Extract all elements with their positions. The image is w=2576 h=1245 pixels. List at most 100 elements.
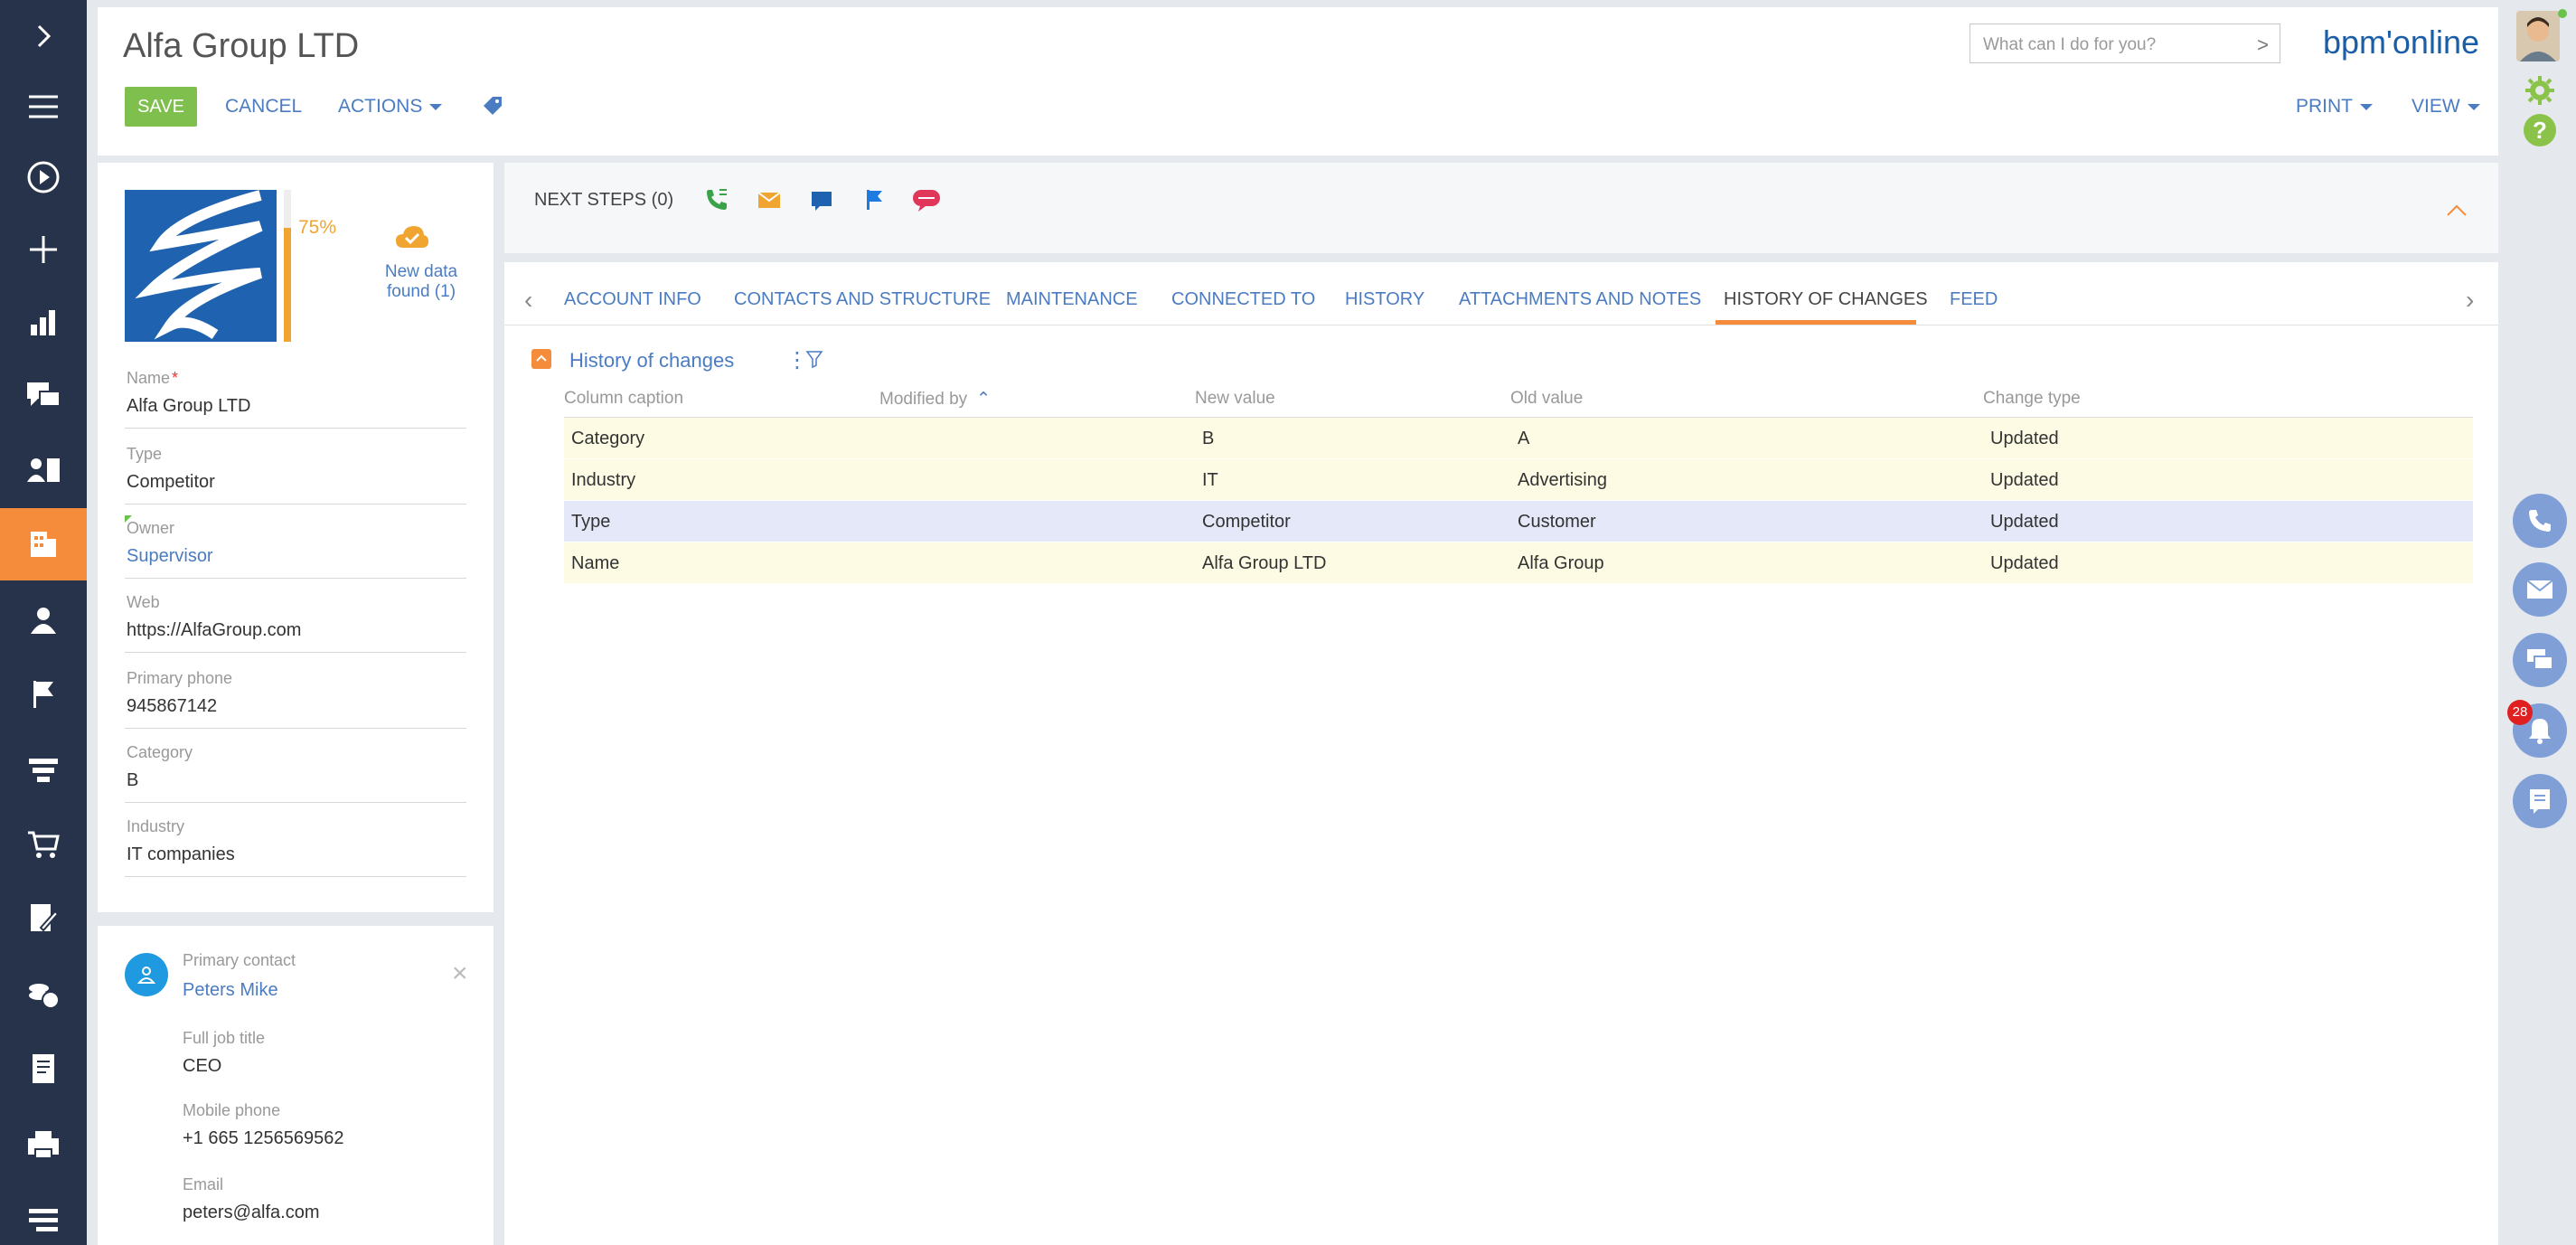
table-row[interactable]: Category B A Updated [564,418,2473,459]
expand-icon[interactable] [0,0,87,72]
tab-connected-to[interactable]: CONNECTED TO [1171,289,1315,310]
name-field[interactable]: Name * Alfa Group LTD [125,360,466,429]
chevron-left-icon[interactable]: ‹ [524,286,532,315]
printer-icon[interactable] [0,1108,87,1181]
tab-contacts-and-structure[interactable]: CONTACTS AND STRUCTURE [734,289,991,310]
column-header-modified-by[interactable]: Modified by ⌃ [879,389,991,410]
account-logo[interactable] [125,190,277,342]
funnel-icon[interactable] [0,734,87,806]
tag-icon[interactable] [481,94,504,118]
page-header: Alfa Group LTD SAVE CANCEL ACTIONS PRINT… [98,7,2498,156]
primary-phone-field[interactable]: Primary phone 945867142 [125,660,466,729]
cart-icon[interactable] [0,808,87,881]
brand-logo: bpm'online [2323,24,2479,61]
person-icon [136,967,156,984]
task-flag-icon[interactable] [860,186,891,217]
cell-old-value: Advertising [1518,470,1607,490]
web-value[interactable]: https://AlfaGroup.com [127,620,301,641]
cell-change-type: Updated [1990,553,2059,573]
help-icon[interactable]: ? [2524,114,2556,146]
cell-new-value: IT [1202,470,1218,490]
add-icon[interactable] [0,213,87,286]
category-value[interactable]: B [127,770,138,791]
collapse-detail-icon[interactable] [531,349,551,369]
tab-history-of-changes[interactable]: HISTORY OF CHANGES [1724,289,1928,310]
email-icon[interactable] [756,186,786,217]
cancel-button[interactable]: CANCEL [225,92,302,121]
stack-icon[interactable] [0,1184,87,1245]
owner-value[interactable]: Supervisor [127,546,213,567]
view-button[interactable]: VIEW [2411,92,2480,121]
save-button[interactable]: SAVE [125,87,197,127]
industry-value[interactable]: IT companies [127,844,235,865]
category-field[interactable]: Category B [125,734,466,803]
comment-icon[interactable] [808,186,839,217]
cell-caption: Category [571,429,645,448]
primary-phone-value[interactable]: 945867142 [127,696,217,717]
industry-field[interactable]: Industry IT companies [125,808,466,877]
next-steps-label[interactable]: NEXT STEPS (0) [534,190,673,211]
table-row[interactable]: Industry IT Advertising Updated [564,459,2473,501]
email-value[interactable]: peters@alfa.com [183,1203,319,1223]
accounts-icon[interactable] [0,508,87,580]
required-marker: * [172,369,179,387]
tab-account-info[interactable]: ACCOUNT INFO [564,289,701,310]
sms-icon[interactable] [911,186,942,217]
chat-button[interactable] [2513,633,2567,687]
edit-doc-icon[interactable] [0,882,87,955]
industry-label: Industry [127,817,185,835]
primary-contact-card: Primary contact Peters Mike × Full job t… [98,926,494,1245]
flag-icon[interactable] [0,658,87,731]
table-row-selected[interactable]: Type Competitor Customer Updated [564,501,2473,542]
type-field[interactable]: Type Competitor [125,436,466,505]
main-panel: ‹ ACCOUNT INFO CONTACTS AND STRUCTURE MA… [504,262,2498,1245]
type-value[interactable]: Competitor [127,472,215,493]
person-icon[interactable] [0,584,87,656]
table-row[interactable]: Name Alfa Group LTD Alfa Group Updated [564,542,2473,584]
column-header-caption[interactable]: Column caption [564,389,683,409]
chevron-right-icon[interactable]: > [2257,33,2269,57]
tab-history[interactable]: HISTORY [1345,289,1424,310]
owner-field[interactable]: Owner Supervisor [125,510,466,579]
feed-button[interactable] [2513,774,2567,828]
actions-button[interactable]: ACTIONS [338,92,443,121]
left-navigation [0,0,87,1245]
phone-call-button[interactable] [2513,494,2567,548]
job-title-label: Full job title [183,1029,266,1047]
chevron-down-icon [429,103,443,110]
menu-icon[interactable] [0,71,87,143]
email-button[interactable] [2513,562,2567,617]
chevron-right-icon[interactable]: › [2466,286,2474,315]
coins-icon[interactable] [0,958,87,1031]
command-search-input[interactable]: What can I do for you? > [1970,24,2280,63]
contacts-book-icon[interactable] [0,434,87,506]
tab-attachments-and-notes[interactable]: ATTACHMENTS AND NOTES [1459,289,1701,310]
tab-maintenance[interactable]: MAINTENANCE [1006,289,1138,310]
dashboard-icon[interactable] [0,286,87,358]
document-icon[interactable] [0,1033,87,1105]
call-icon[interactable] [703,186,734,217]
gear-icon[interactable] [2524,74,2556,107]
web-field[interactable]: Web https://AlfaGroup.com [125,584,466,653]
detail-title[interactable]: History of changes [569,349,734,373]
new-data-found-link[interactable]: New data found (1) [369,262,474,302]
notification-count-badge: 28 [2507,700,2533,725]
chat-icon[interactable] [0,360,87,432]
play-icon[interactable] [0,141,87,213]
close-icon[interactable]: × [452,958,468,989]
job-title-value: CEO [183,1056,222,1076]
print-button[interactable]: PRINT [2296,92,2373,121]
name-value[interactable]: Alfa Group LTD [127,396,250,417]
mobile-phone-value[interactable]: +1 665 1256569562 [183,1128,344,1149]
cell-old-value: Alfa Group [1518,553,1604,573]
feed-icon [2530,789,2550,814]
online-status-dot [2558,9,2567,18]
column-header-old-value[interactable]: Old value [1510,389,1583,409]
column-header-change-type[interactable]: Change type [1983,389,2081,409]
chevron-up-icon[interactable] [2446,204,2468,217]
primary-contact-name-link[interactable]: Peters Mike [183,980,278,1001]
filter-icon[interactable] [804,349,824,369]
avatar[interactable] [2516,11,2560,61]
column-header-new-value[interactable]: New value [1195,389,1275,409]
tab-feed[interactable]: FEED [1950,289,1998,310]
